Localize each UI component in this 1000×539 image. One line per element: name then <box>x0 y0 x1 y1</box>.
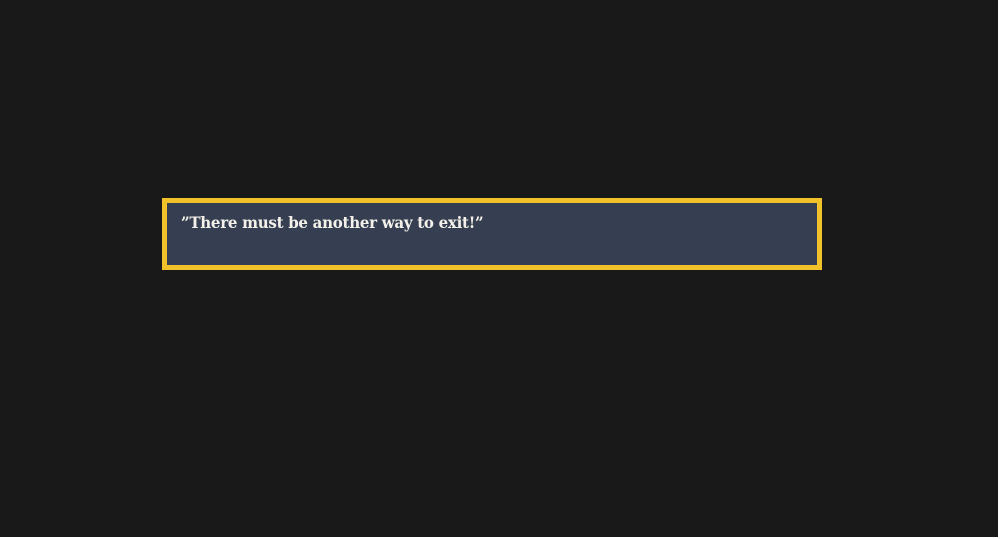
dialogue-box[interactable]: ”There must be another way to exit!” <box>162 198 822 270</box>
dialogue-text: ”There must be another way to exit!” <box>181 213 484 232</box>
game-screen: ”There must be another way to exit!” <box>0 0 998 537</box>
